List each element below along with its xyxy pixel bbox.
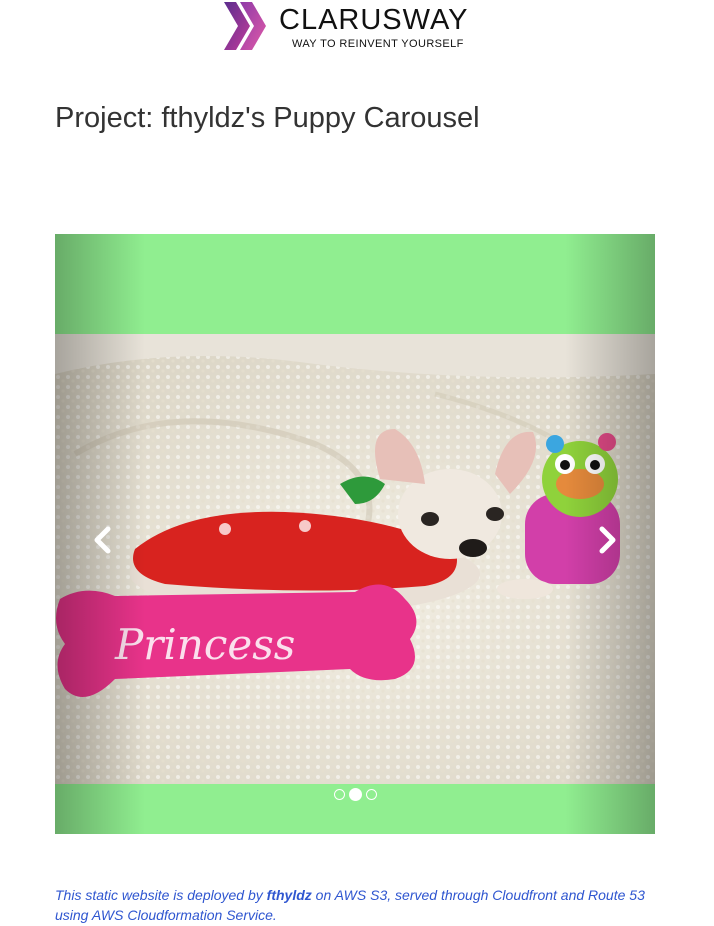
chevron-right-icon (599, 526, 616, 554)
deployment-note: This static website is deployed by fthyl… (55, 885, 665, 925)
carousel-indicator-2[interactable] (348, 788, 362, 801)
carousel-indicator-1[interactable] (333, 789, 345, 800)
footer-text-before: This static website is deployed by (55, 887, 267, 903)
carousel-prev-button[interactable] (55, 234, 145, 834)
logo-chevron-icon (224, 2, 266, 50)
logo-tagline: WAY TO REINVENT YOURSELF (292, 38, 464, 50)
logo-name: CLARUSWAY (279, 4, 469, 36)
page-title: Project: fthyldz's Puppy Carousel (55, 102, 480, 134)
carousel-next-button[interactable] (565, 234, 655, 834)
puppy-carousel: Princess (55, 234, 655, 834)
author-name: fthyldz (266, 887, 312, 903)
clarusway-logo: CLARUSWAY WAY TO REINVENT YOURSELF (224, 0, 494, 56)
chevron-left-icon (94, 526, 111, 554)
carousel-indicators (55, 787, 655, 801)
carousel-indicator-3[interactable] (365, 789, 377, 800)
